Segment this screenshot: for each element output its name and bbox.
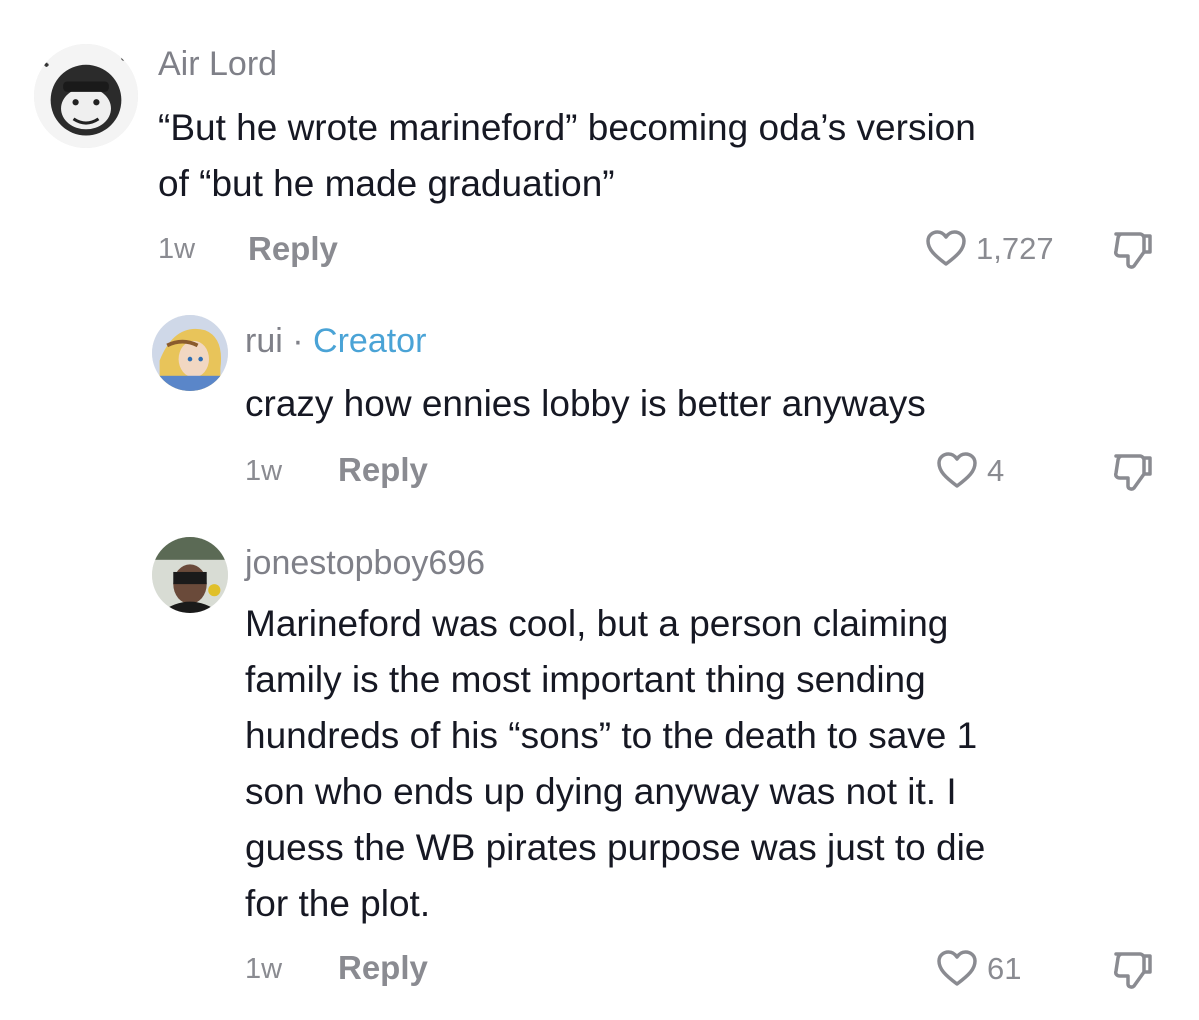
like-count: 61 [987,950,1022,986]
reply-button[interactable]: Reply [338,951,428,984]
like-button[interactable]: 61 [935,948,1021,988]
comment-text: crazy how ennies lobby is better anyways [245,383,926,424]
comment-time: 1w [245,455,283,487]
reply-button[interactable]: Reply [248,232,338,265]
gorilla-avatar-icon [34,44,138,148]
thumbs-down-icon[interactable] [1110,450,1154,494]
comment-time: 1w [245,953,283,985]
thumbs-down-icon[interactable] [1110,228,1154,272]
heart-outline-icon [937,452,977,488]
avatar[interactable] [34,44,138,148]
like-count: 4 [987,452,1005,488]
reply-button[interactable]: Reply [338,453,428,486]
username-text[interactable]: rui [245,322,283,360]
heart-outline-icon [937,950,977,986]
thumbs-down-icon[interactable] [1110,948,1154,992]
creator-badge: Creator [313,322,427,360]
username[interactable]: jonestopboy696 [245,546,485,580]
comment-time: 1w [158,233,196,265]
anime-character-avatar-icon [152,315,228,391]
masked-person-avatar-icon [152,537,228,613]
avatar[interactable] [152,537,228,613]
heart-outline-icon [926,230,966,266]
avatar[interactable] [152,315,228,391]
like-button[interactable]: 1,727 [924,228,1054,268]
like-button[interactable]: 4 [935,450,1004,490]
comment-text: Marineford was cool, but a person claimi… [245,603,986,924]
like-count: 1,727 [976,230,1054,266]
username[interactable]: Air Lord [158,47,277,81]
separator-dot: · [292,322,304,360]
comment-text: “But he wrote marineford” becoming oda’s… [158,107,976,204]
username: rui · Creator [245,324,426,358]
